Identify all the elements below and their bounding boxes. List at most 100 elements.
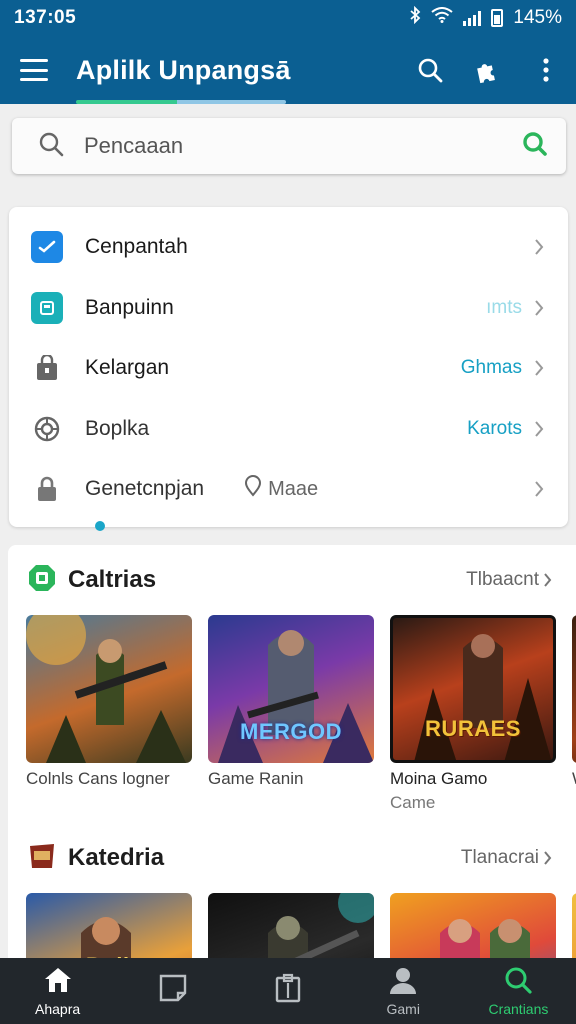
bottom-nav: Ahapra Gami Crantians (0, 958, 576, 1024)
settings-row-label: Kelargan (85, 356, 170, 380)
game-tile[interactable] (572, 893, 576, 965)
game-tile[interactable]: RURAES Moina Gamo Came (390, 615, 556, 813)
settings-row-label: Cenpantah (85, 235, 188, 259)
menu-icon[interactable] (20, 59, 48, 81)
scroll-indicator-dot (95, 521, 105, 531)
chevron-right-icon (544, 573, 552, 587)
settings-row[interactable]: Banpuinn ımts (9, 278, 568, 339)
game-tiles-row: Bolk (8, 893, 576, 965)
game-art (572, 893, 576, 965)
settings-row[interactable]: Cenpantah (9, 217, 568, 278)
chevron-right-icon (532, 237, 546, 257)
puzzle-icon[interactable] (474, 56, 502, 84)
game-tile-caption: W (572, 769, 576, 789)
settings-row-note-text: Maae (268, 477, 319, 500)
game-tile[interactable]: MERGOD Game Ranin (208, 615, 374, 813)
search-bar[interactable] (12, 118, 566, 174)
chevron-right-icon (532, 358, 546, 378)
battery-level: 145% (513, 7, 562, 28)
nav-home[interactable]: Ahapra (0, 958, 115, 1024)
search-icon (504, 966, 533, 997)
game-art (26, 615, 192, 763)
settings-row-label: Boplka (85, 416, 150, 440)
settings-row-value: Ghmas (460, 357, 522, 379)
nav-profile[interactable]: Gami (346, 958, 461, 1024)
game-tile[interactable]: Bolk (26, 893, 192, 965)
chat-icon (158, 973, 188, 1006)
settings-card: Cenpantah Banpuinn ımts Kelargan Ghmas B… (9, 207, 568, 531)
game-tile[interactable] (390, 893, 556, 965)
search-input[interactable] (84, 133, 522, 159)
game-art (572, 615, 576, 763)
section-header: Caltrias Tlbaacnt (8, 545, 576, 615)
game-tile[interactable]: Colnls Cans logner (26, 615, 192, 813)
search-icon (38, 131, 64, 162)
settings-row-label: Genetcnpjan (85, 477, 205, 501)
status-bar: 137:05 145% (0, 0, 576, 36)
category-badge-icon (28, 842, 56, 875)
settings-row-note: Maae (244, 475, 318, 503)
see-more-link[interactable]: Tlanacrai (461, 847, 552, 869)
nav-library[interactable] (230, 958, 345, 1024)
nav-label: Ahapra (35, 1000, 81, 1017)
settings-row[interactable]: Boplka Karots (9, 399, 568, 460)
location-pin-icon (244, 475, 262, 503)
signal-icon (463, 10, 482, 26)
top-bar: 137:05 145% Aplilk Unpangsā (0, 0, 576, 104)
title-underline (76, 100, 286, 104)
profile-icon (388, 966, 418, 997)
status-icons: 145% (409, 5, 562, 30)
bag-icon (31, 352, 63, 384)
game-tile[interactable] (208, 893, 374, 965)
nav-search[interactable]: Crantians (461, 958, 576, 1024)
game-art: MERGOD (208, 615, 374, 763)
nav-label: Crantians (488, 1000, 549, 1017)
settings-row[interactable]: Genetcnpjan Maae (9, 459, 568, 520)
game-tiles-row: Colnls Cans logner MERGOD Game Ranin RUR… (8, 615, 576, 813)
see-more-link[interactable]: Tlbaacnt (466, 569, 552, 591)
square-app-icon (31, 291, 63, 324)
game-art-title: RURAES (425, 716, 521, 741)
settings-row-value: Karots (467, 417, 522, 439)
see-more-label: Tlanacrai (460, 847, 539, 868)
search-icon[interactable] (416, 56, 444, 84)
check-app-icon (31, 231, 63, 264)
game-tile-caption: Colnls Cans logner (26, 769, 170, 788)
section-title: Caltrias (68, 566, 157, 593)
see-more-label: Tlbaacnt (466, 569, 539, 590)
section-title: Katedria (68, 844, 165, 871)
game-art (390, 893, 556, 965)
bluetooth-icon (409, 5, 421, 30)
game-tile[interactable]: W (572, 615, 576, 813)
game-tile-caption: Moina Gamo (390, 769, 488, 788)
settings-row-label: Banpuinn (85, 295, 174, 319)
game-art-title: MERGOD (240, 719, 342, 744)
settings-row[interactable]: Kelargan Ghmas (9, 338, 568, 399)
lock-icon (31, 473, 63, 505)
app-actions (416, 56, 560, 84)
nav-chat[interactable] (115, 958, 230, 1024)
app-bar: Aplilk Unpangsā (0, 36, 576, 104)
nav-label: Gami (386, 1000, 420, 1017)
clipboard-icon (273, 973, 303, 1006)
more-vert-icon[interactable] (532, 56, 560, 84)
game-art: Bolk (26, 893, 192, 965)
game-art (208, 893, 374, 965)
category-icon (28, 564, 56, 597)
section-header: Katedria Tlanacrai (8, 823, 576, 893)
wifi-icon (431, 7, 454, 29)
content-card: Caltrias Tlbaacnt Colnls Cans logner MER… (8, 545, 576, 965)
battery-icon (491, 9, 504, 27)
game-tile-subcaption: Came (390, 793, 436, 812)
chevron-right-icon (532, 419, 546, 439)
globe-icon (31, 413, 63, 445)
settings-row-value: ımts (486, 296, 522, 318)
status-time: 137:05 (14, 7, 77, 28)
game-art: RURAES (390, 615, 556, 763)
chevron-right-icon (532, 479, 546, 499)
home-icon (43, 966, 73, 997)
green-search-icon[interactable] (522, 131, 548, 162)
chevron-right-icon (532, 298, 546, 318)
chevron-right-icon (544, 851, 552, 865)
game-tile-caption: Game Ranin (208, 769, 304, 788)
